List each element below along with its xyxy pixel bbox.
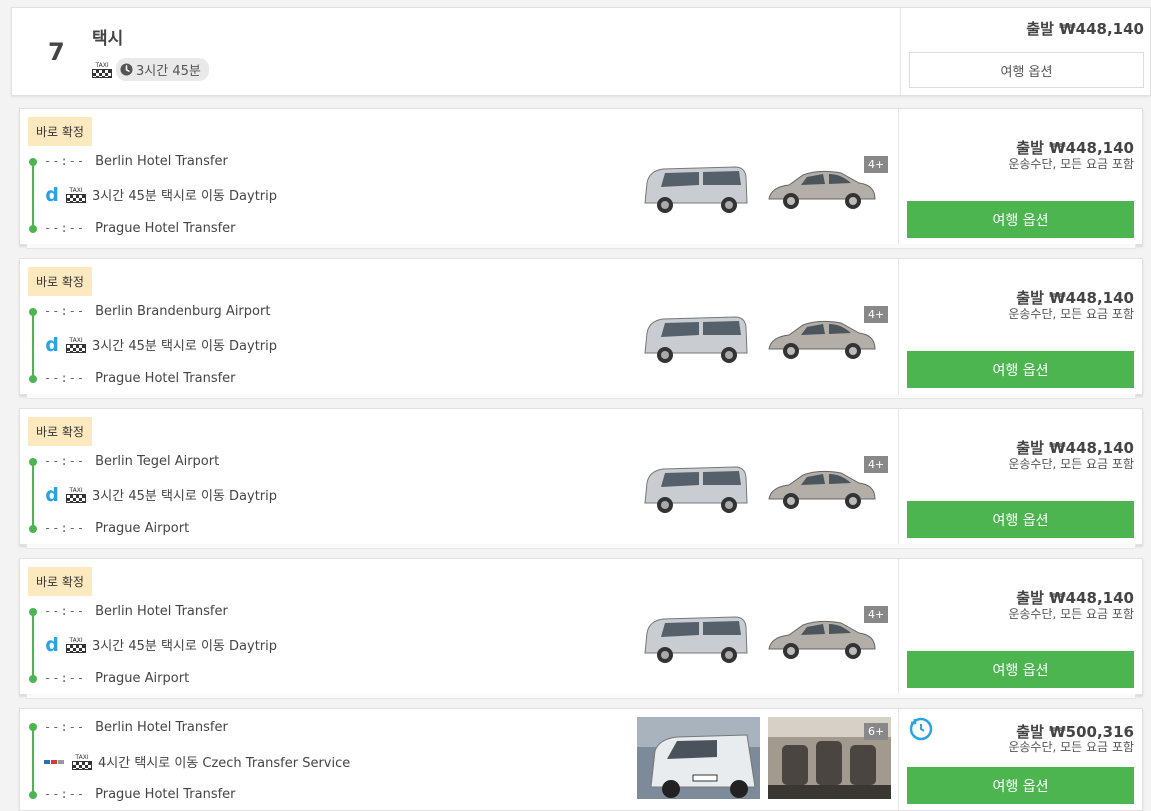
trip-card[interactable]: 바로 확정 --:-- Berlin Hotel Transfer d TAXI … <box>19 558 1143 699</box>
sedan-image <box>768 620 876 659</box>
arrival-dot <box>29 375 37 383</box>
trip-card[interactable]: 바로 확정 --:-- Berlin Tegel Airport d TAXI 3… <box>19 408 1143 549</box>
search-results-page: 7 택시 TAXI 3시간 45분 출발 ₩448,140 여행 옵션 바로 확… <box>0 0 1151 811</box>
price-note: 운송수단, 모든 요금 포함 <box>1008 607 1134 621</box>
departure-dot <box>29 608 37 616</box>
departure-stop: --:-- Berlin Hotel Transfer <box>44 154 228 169</box>
arrival-stop: --:-- Prague Hotel Transfer <box>44 787 236 802</box>
vehicle-images <box>639 161 877 217</box>
price-note: 운송수단, 모든 요금 포함 <box>1008 457 1134 471</box>
trip-options-button[interactable]: 여행 옵션 <box>907 351 1134 388</box>
arrival-stop: --:-- Prague Hotel Transfer <box>44 371 236 386</box>
arrival-stop: --:-- Prague Hotel Transfer <box>44 221 236 236</box>
van-image <box>644 316 748 363</box>
taxi-icon: TAXI <box>66 487 86 503</box>
mode-meta: TAXI 3시간 45분 <box>92 58 209 81</box>
sedan-image <box>768 470 876 509</box>
price-note: 운송수단, 모든 요금 포함 <box>1008 307 1134 321</box>
taxi-icon: TAXI <box>66 637 86 653</box>
transit-text: 4시간 택시로 이동 Czech Transfer Service <box>98 756 351 771</box>
sedan-image <box>768 170 876 209</box>
arrival-stop: --:-- Prague Airport <box>44 671 190 686</box>
departure-stop: --:-- Berlin Hotel Transfer <box>44 604 228 619</box>
arrival-dot <box>29 675 37 683</box>
transit-info: d TAXI 3시간 45분 택시로 이동 Daytrip <box>44 485 277 504</box>
transit-info: d TAXI 3시간 45분 택시로 이동 Daytrip <box>44 335 277 354</box>
card-right-panel: 출발 ₩500,316 운송수단, 모든 요금 포함 여행 옵션 <box>898 709 1142 810</box>
transit-text: 3시간 45분 택시로 이동 Daytrip <box>92 489 277 504</box>
taxi-icon: TAXI <box>66 337 86 353</box>
flexible-refund-icon <box>909 717 933 741</box>
summary-options-button[interactable]: 여행 옵션 <box>909 52 1144 88</box>
card-right-panel: 출발 ₩448,140 운송수단, 모든 요금 포함 여행 옵션 <box>898 259 1142 394</box>
instant-confirm-badge: 바로 확정 <box>28 417 92 446</box>
summary-right-panel: 출발 ₩448,140 여행 옵션 <box>900 8 1151 95</box>
capacity-badge: 4+ <box>864 456 889 473</box>
vehicle-images <box>639 611 877 667</box>
vehicle-images <box>639 461 877 517</box>
transit-info: TAXI 4시간 택시로 이동 Czech Transfer Service <box>44 752 350 771</box>
departure-dot <box>29 158 37 166</box>
van-photo <box>637 717 760 799</box>
departure-dot <box>29 458 37 466</box>
clock-icon <box>120 63 133 76</box>
card-right-panel: 출발 ₩448,140 운송수단, 모든 요금 포함 여행 옵션 <box>898 559 1142 694</box>
departure-stop: --:-- Berlin Brandenburg Airport <box>44 304 271 319</box>
arrival-dot <box>29 791 37 799</box>
arrival-stop: --:-- Prague Airport <box>44 521 190 536</box>
price-note: 운송수단, 모든 요금 포함 <box>1008 740 1134 754</box>
daytrip-logo-icon: d <box>45 183 59 206</box>
taxi-icon: TAXI <box>66 187 86 203</box>
daytrip-logo-icon: d <box>45 333 59 356</box>
trip-card[interactable]: --:-- Berlin Hotel Transfer TAXI 4시간 택시로 … <box>19 708 1143 811</box>
instant-confirm-badge: 바로 확정 <box>28 567 92 596</box>
daytrip-logo-icon: d <box>45 483 59 506</box>
taxi-icon: TAXI <box>72 754 92 770</box>
transit-text: 3시간 45분 택시로 이동 Daytrip <box>92 189 277 204</box>
summary-price: 출발 ₩448,140 <box>1026 20 1144 38</box>
instant-confirm-badge: 바로 확정 <box>28 117 92 146</box>
price-note: 운송수단, 모든 요금 포함 <box>1008 157 1134 171</box>
instant-confirm-badge: 바로 확정 <box>28 267 92 296</box>
duration-text: 3시간 45분 <box>136 64 201 79</box>
departure-stop: --:-- Berlin Hotel Transfer <box>44 720 228 735</box>
arrival-dot <box>29 225 37 233</box>
daytrip-logo-icon: d <box>45 633 59 656</box>
card-right-panel: 출발 ₩448,140 운송수단, 모든 요금 포함 여행 옵션 <box>898 109 1142 244</box>
transit-text: 3시간 45분 택시로 이동 Daytrip <box>92 639 277 654</box>
transit-info: d TAXI 3시간 45분 택시로 이동 Daytrip <box>44 185 277 204</box>
czech-transfer-logo-icon <box>44 759 66 764</box>
taxi-icon: TAXI <box>92 62 112 78</box>
card-right-panel: 출발 ₩448,140 운송수단, 모든 요금 포함 여행 옵션 <box>898 409 1142 544</box>
capacity-badge: 4+ <box>864 606 889 623</box>
taxi-summary-card[interactable]: 7 택시 TAXI 3시간 45분 출발 ₩448,140 여행 옵션 <box>11 7 1151 96</box>
capacity-badge: 4+ <box>864 306 889 323</box>
arrival-dot <box>29 525 37 533</box>
trip-card[interactable]: 바로 확정 --:-- Berlin Hotel Transfer d TAXI … <box>19 108 1143 249</box>
trip-options-button[interactable]: 여행 옵션 <box>907 767 1134 804</box>
departure-dot <box>29 308 37 316</box>
capacity-badge: 4+ <box>864 156 889 173</box>
vehicle-images <box>639 311 877 367</box>
van-image <box>644 616 748 663</box>
van-image <box>644 466 748 513</box>
departure-stop: --:-- Berlin Tegel Airport <box>44 454 220 469</box>
transit-info: d TAXI 3시간 45분 택시로 이동 Daytrip <box>44 635 277 654</box>
sedan-image <box>768 320 876 359</box>
duration-pill: 3시간 45분 <box>116 58 209 81</box>
result-count: 7 <box>48 38 65 66</box>
trip-card[interactable]: 바로 확정 --:-- Berlin Brandenburg Airport d … <box>19 258 1143 399</box>
trip-options-button[interactable]: 여행 옵션 <box>907 201 1134 238</box>
trip-options-button[interactable]: 여행 옵션 <box>907 501 1134 538</box>
trip-options-button[interactable]: 여행 옵션 <box>907 651 1134 688</box>
mode-title: 택시 <box>92 29 124 49</box>
van-image <box>644 166 748 213</box>
transit-text: 3시간 45분 택시로 이동 Daytrip <box>92 339 277 354</box>
departure-dot <box>29 723 37 731</box>
capacity-badge: 6+ <box>864 723 889 740</box>
